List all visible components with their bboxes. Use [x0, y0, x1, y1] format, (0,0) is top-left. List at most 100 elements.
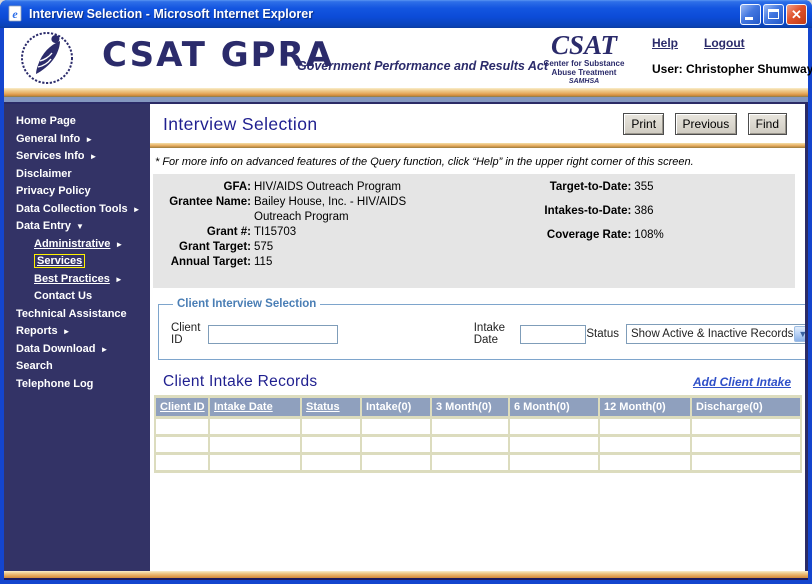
- column-header-intake-date[interactable]: Intake Date: [210, 398, 300, 416]
- sidebar-item-label: General Info: [16, 133, 80, 145]
- sidebar-item-data-download[interactable]: Data Download►: [4, 341, 150, 359]
- table-row: [156, 437, 800, 452]
- sidebar-item-contact-us[interactable]: Contact Us: [4, 288, 150, 306]
- records-table-body: [156, 419, 800, 470]
- info-label: GFA:: [159, 180, 251, 195]
- csat-logo-line1: Center for Substance: [538, 60, 630, 68]
- sidebar-item-services-info[interactable]: Services Info►: [4, 148, 150, 166]
- info-value: 355: [634, 180, 653, 195]
- filter-row: Client ID Intake Date Status Show Active…: [171, 318, 808, 346]
- info-row: Grantee Name:Bailey House, Inc. - HIV/AI…: [159, 195, 503, 225]
- table-cell: [156, 437, 208, 452]
- close-icon: ✕: [787, 5, 806, 24]
- sidebar-item-general-info[interactable]: General Info►: [4, 131, 150, 149]
- title-rule: [150, 143, 805, 148]
- info-label: Grant Target:: [159, 240, 251, 255]
- sidebar-item-search[interactable]: Search: [4, 358, 150, 376]
- table-cell: [432, 437, 508, 452]
- records-header-row: Client IDIntake DateStatusIntake(0)3 Mon…: [156, 398, 800, 416]
- help-link[interactable]: Help: [652, 36, 678, 50]
- status-select-value: Show Active & Inactive Records: [627, 328, 793, 340]
- table-cell: [432, 455, 508, 470]
- sidebar-item-best-practices[interactable]: Best Practices►: [4, 271, 150, 289]
- maximize-button[interactable]: [763, 4, 784, 25]
- info-row: Grant Target:575: [159, 240, 503, 255]
- status-select[interactable]: Show Active & Inactive Records ▼: [626, 324, 808, 344]
- sidebar-item-technical-assistance[interactable]: Technical Assistance: [4, 306, 150, 324]
- intake-date-label: Intake Date: [474, 322, 514, 346]
- sidebar-item-reports[interactable]: Reports ►: [4, 323, 150, 341]
- table-row: [156, 419, 800, 434]
- close-button[interactable]: ✕: [786, 4, 807, 25]
- user-label: User: Christopher Shumway: [652, 62, 812, 76]
- help-note: * For more info on advanced features of …: [150, 153, 805, 174]
- grant-info-right: Target-to-Date:355Intakes-to-Date:386Cov…: [503, 180, 785, 270]
- info-value: TI15703: [254, 225, 296, 240]
- sidebar-item-label: Services: [34, 254, 85, 268]
- print-button[interactable]: Print: [623, 113, 664, 135]
- intake-date-input[interactable]: [520, 325, 586, 344]
- table-cell: [432, 419, 508, 434]
- sidebar-item-label: Data Collection Tools: [16, 203, 128, 215]
- info-value: Bailey House, Inc. - HIV/AIDS Outreach P…: [254, 195, 434, 225]
- info-value: 575: [254, 240, 273, 255]
- records-header: Client Intake Records Add Client Intake: [150, 373, 805, 395]
- chevron-down-icon[interactable]: ▼: [794, 326, 808, 342]
- minimize-button[interactable]: [740, 4, 761, 25]
- triangle-down-icon: ▼: [76, 222, 84, 231]
- sidebar-nav: Home PageGeneral Info►Services Info►Disc…: [4, 104, 150, 571]
- triangle-right-icon: ►: [63, 327, 71, 336]
- sidebar-item-label: Administrative: [34, 238, 110, 250]
- column-header-3-month-0: 3 Month(0): [432, 398, 508, 416]
- sidebar-item-telephone-log[interactable]: Telephone Log: [4, 376, 150, 394]
- sidebar-item-data-entry[interactable]: Data Entry ▼: [4, 218, 150, 236]
- sidebar-item-privacy-policy[interactable]: Privacy Policy: [4, 183, 150, 201]
- triangle-right-icon: ►: [115, 240, 123, 249]
- info-value: 386: [634, 204, 653, 219]
- sidebar-item-administrative[interactable]: Administrative ►: [4, 236, 150, 254]
- table-cell: [210, 437, 300, 452]
- maximize-icon: [768, 9, 779, 19]
- column-header-12-month-0: 12 Month(0): [600, 398, 690, 416]
- header-divider-bar: [4, 88, 808, 97]
- table-cell: [210, 419, 300, 434]
- sidebar-item-label: Home Page: [16, 115, 76, 127]
- table-cell: [362, 437, 430, 452]
- add-client-intake-link[interactable]: Add Client Intake: [693, 375, 791, 389]
- hhs-eagle-logo-icon: [20, 31, 74, 85]
- grant-info-left: GFA:HIV/AIDS Outreach ProgramGrantee Nam…: [159, 180, 503, 270]
- table-cell: [692, 419, 800, 434]
- column-header-status[interactable]: Status: [302, 398, 360, 416]
- triangle-right-icon: ►: [89, 152, 97, 161]
- sidebar-item-label: Telephone Log: [16, 378, 93, 390]
- find-button[interactable]: Find: [748, 113, 787, 135]
- csat-logo-line2: Abuse Treatment: [538, 69, 630, 77]
- content-body: Home PageGeneral Info►Services Info►Disc…: [4, 104, 808, 571]
- toolbar: Print Previous Find: [617, 113, 787, 135]
- sidebar-item-services[interactable]: Services: [4, 253, 150, 271]
- csat-center-logo: CSAT Center for Substance Abuse Treatmen…: [538, 32, 630, 85]
- previous-button[interactable]: Previous: [675, 113, 738, 135]
- info-label: Grantee Name:: [159, 195, 251, 225]
- gpra-tagline: Government Performance and Results Act: [297, 59, 548, 73]
- table-cell: [510, 455, 598, 470]
- table-cell: [600, 419, 690, 434]
- sidebar-item-label: Data Download: [16, 343, 95, 355]
- sidebar-item-label: Reports: [16, 325, 58, 337]
- client-id-input[interactable]: [208, 325, 338, 344]
- page: CSAT GPRA Government Performance and Res…: [4, 28, 808, 580]
- sidebar-item-data-collection-tools[interactable]: Data Collection Tools►: [4, 201, 150, 219]
- status-label: Status: [586, 328, 619, 340]
- column-header-6-month-0: 6 Month(0): [510, 398, 598, 416]
- column-header-client-id[interactable]: Client ID: [156, 398, 208, 416]
- sidebar-item-disclaimer[interactable]: Disclaimer: [4, 166, 150, 184]
- sidebar-item-label: Search: [16, 360, 53, 372]
- info-value: HIV/AIDS Outreach Program: [254, 180, 401, 195]
- csat-logo-title: CSAT: [538, 32, 630, 59]
- table-cell: [600, 455, 690, 470]
- logout-link[interactable]: Logout: [704, 36, 745, 50]
- sidebar-item-label: Data Entry: [16, 220, 71, 232]
- table-cell: [210, 455, 300, 470]
- minimize-icon: [745, 17, 753, 20]
- sidebar-item-home-page[interactable]: Home Page: [4, 113, 150, 131]
